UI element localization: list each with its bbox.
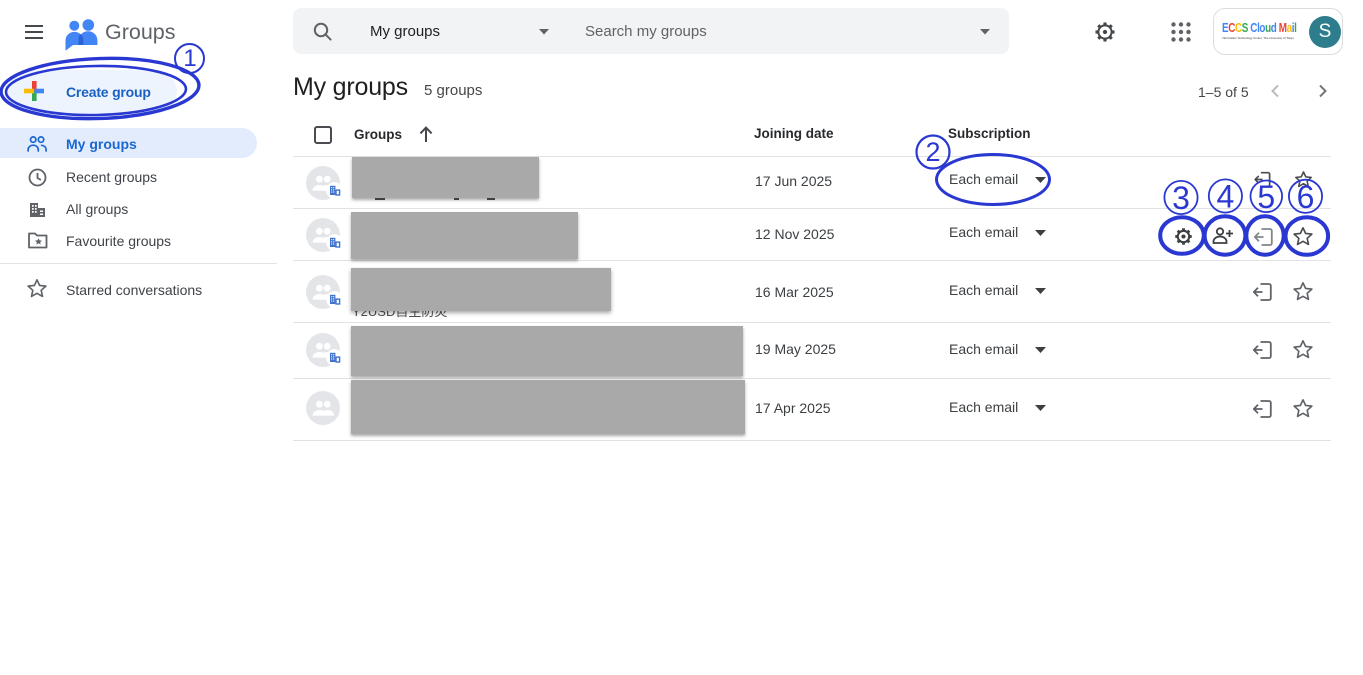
svg-text:3: 3: [1172, 180, 1190, 216]
svg-text:2: 2: [925, 137, 940, 167]
svg-text:5: 5: [1257, 179, 1275, 215]
svg-text:4: 4: [1217, 179, 1235, 215]
svg-text:1: 1: [183, 45, 196, 72]
svg-text:6: 6: [1297, 179, 1315, 215]
